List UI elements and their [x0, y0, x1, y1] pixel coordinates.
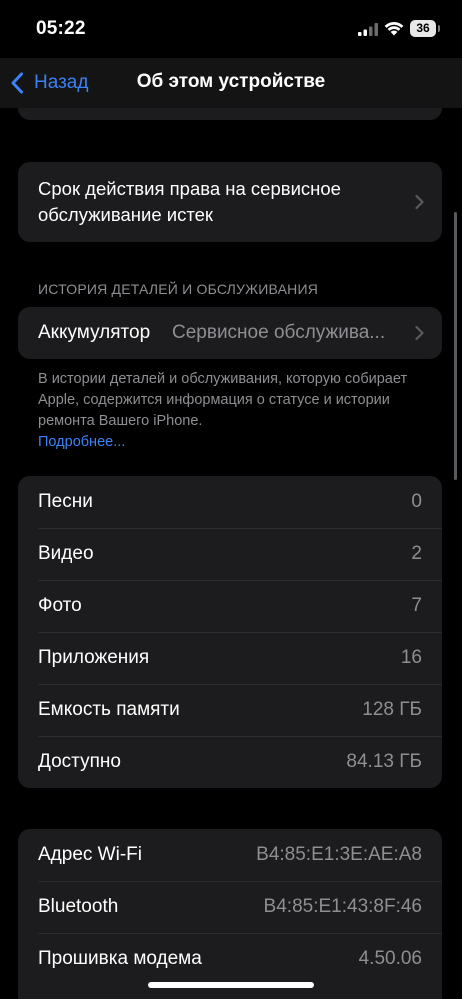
scrollbar[interactable]	[454, 212, 457, 480]
history-footnote: В истории деталей и обслуживания, котору…	[38, 369, 418, 453]
home-indicator[interactable]	[148, 982, 314, 988]
learn-more-link[interactable]: Подробнее...	[38, 432, 418, 453]
network-info-list: Адрес Wi-Fi B4:85:E1:3E:AE:A8 Bluetooth …	[18, 829, 442, 999]
list-item-apps: Приложения 16	[18, 632, 442, 684]
history-footnote-text: В истории деталей и обслуживания, котору…	[38, 371, 408, 429]
list-item-available: Доступно 84.13 ГБ	[18, 736, 442, 788]
page-title: Об этом устройстве	[136, 71, 326, 92]
battery-label: Аккумулятор	[38, 322, 151, 343]
status-time: 05:22	[36, 18, 86, 39]
section-header-history: ИСТОРИЯ ДЕТАЛЕЙ И ОБСЛУЖИВАНИЯ	[38, 281, 319, 297]
list-item-videos: Видео 2	[18, 528, 442, 580]
chevron-right-icon	[415, 325, 424, 341]
list-item-songs: Песни 0	[38, 491, 422, 512]
list-item-capacity: Емкость памяти 128 ГБ	[18, 684, 442, 736]
battery-icon: 36	[410, 20, 440, 37]
list-item-photos: Фото 7	[18, 580, 442, 632]
list-item-modem-firmware: Прошивка модема 4.50.06	[18, 933, 442, 985]
chevron-right-icon	[415, 194, 424, 210]
service-coverage-row[interactable]: Срок действия права на сервисное обслужи…	[18, 162, 442, 242]
service-coverage-label: Срок действия права на сервисное обслужи…	[38, 178, 341, 225]
list-item-bluetooth: Bluetooth B4:85:E1:43:8F:46	[18, 881, 442, 933]
battery-value: Сервисное обслужива...	[172, 322, 386, 343]
stats-list: Песни 0 Видео 2 Фото 7 Приложения 16 Емк…	[18, 476, 442, 788]
battery-history-row[interactable]: Аккумулятор Сервисное обслужива...	[18, 307, 442, 359]
list-item-wifi-address: Адрес Wi-Fi B4:85:E1:3E:AE:A8	[38, 844, 422, 865]
signal-icon	[358, 23, 378, 36]
status-bar: 05:22 36	[0, 0, 462, 58]
navigation-bar: Назад Об этом устройстве	[0, 58, 462, 108]
wifi-icon	[384, 22, 404, 36]
